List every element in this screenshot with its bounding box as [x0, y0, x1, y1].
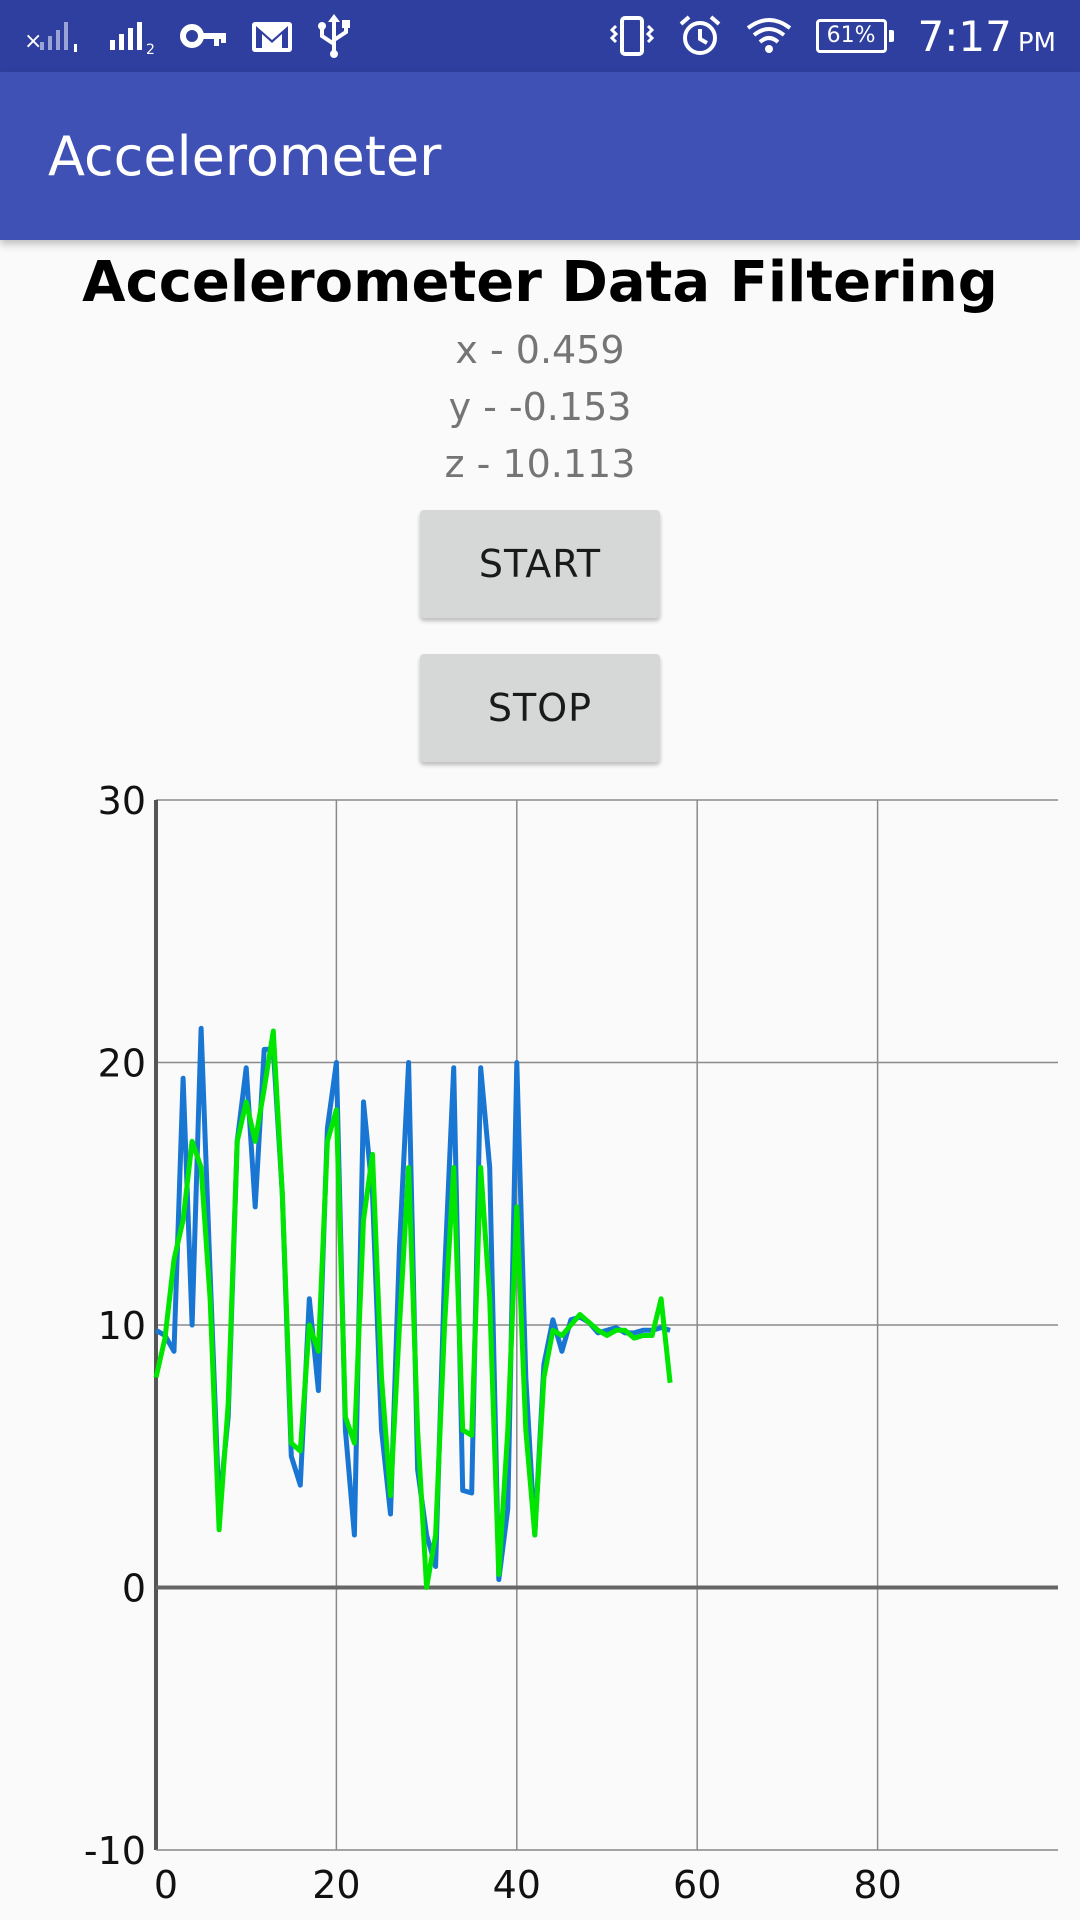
- stop-button[interactable]: STOP: [420, 654, 660, 762]
- x-tick-label: 40: [493, 1863, 541, 1907]
- svg-text:2: 2: [146, 42, 155, 56]
- y-readout: y - -0.153: [448, 385, 632, 429]
- alarm-icon: [678, 14, 722, 58]
- status-clock: 7:17 PM: [918, 12, 1056, 61]
- chart-series: [153, 1025, 673, 1590]
- clock-ampm: PM: [1017, 27, 1056, 58]
- usb-icon: [316, 14, 352, 58]
- x-tick-label: 80: [853, 1863, 901, 1907]
- clock-time: 7:17: [917, 11, 1012, 61]
- signal-sim1-icon: ×: [24, 16, 86, 56]
- x-tick-label: 0: [154, 1863, 178, 1907]
- y-tick-label: 0: [122, 1567, 146, 1611]
- page-title: Accelerometer Data Filtering: [82, 250, 998, 315]
- x-readout: x - 0.459: [455, 328, 625, 372]
- svg-text:×: ×: [24, 29, 42, 54]
- y-tick-label: -10: [84, 1829, 146, 1873]
- y-tick-label: 20: [98, 1042, 146, 1086]
- wifi-icon: [746, 16, 792, 56]
- app-title: Accelerometer: [48, 124, 442, 188]
- series-line-2: [153, 1028, 673, 1590]
- status-left: × 2: [24, 0, 352, 72]
- battery-icon: 61%: [815, 19, 894, 53]
- start-button[interactable]: START: [420, 510, 660, 618]
- app-bar: Accelerometer: [0, 72, 1080, 240]
- x-tick-label: 20: [312, 1863, 360, 1907]
- y-tick-label: 30: [98, 780, 146, 823]
- signal-sim2-icon: 2: [108, 16, 158, 56]
- battery-level: 61%: [815, 19, 887, 53]
- status-bar: × 2 61% 7:17 PM: [0, 0, 1080, 72]
- status-right: 61% 7:17 PM: [609, 0, 1056, 72]
- gmail-icon: [250, 16, 294, 56]
- battery-tip: [888, 30, 894, 42]
- vpn-key-icon: [180, 16, 228, 56]
- y-tick-label: 10: [98, 1304, 146, 1348]
- z-readout: z - 10.113: [444, 442, 636, 486]
- accelerometer-chart: 3020100-100 20 40 60 80: [84, 780, 1058, 1907]
- vibrate-icon: [609, 14, 654, 58]
- chart-grid: [156, 799, 1058, 1850]
- x-tick-label: 60: [673, 1863, 721, 1907]
